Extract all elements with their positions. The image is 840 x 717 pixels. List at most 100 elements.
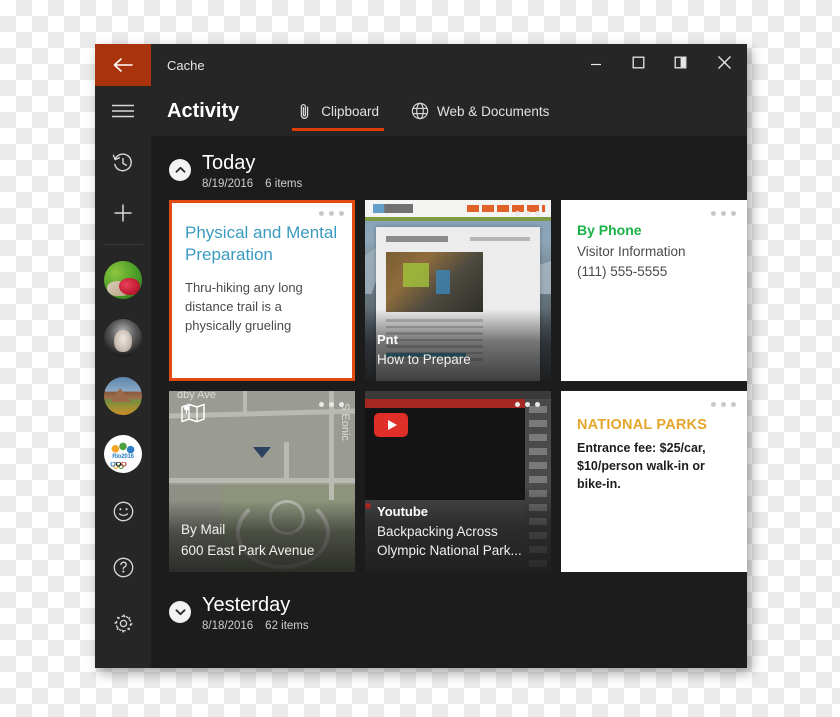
card-source: Pnt	[377, 332, 398, 347]
card-source: By Mail	[181, 522, 226, 537]
plus-icon	[113, 203, 133, 228]
card-heading: NATIONAL PARKS	[577, 417, 708, 433]
menu-button[interactable]	[95, 86, 151, 140]
minimize-button[interactable]	[575, 44, 617, 86]
card-line-1: Visitor Information	[577, 244, 686, 259]
history-button[interactable]	[95, 140, 151, 190]
title-bar: Cache	[151, 44, 747, 86]
question-mark-icon	[113, 557, 134, 583]
minimize-icon	[590, 56, 602, 74]
card-overflow-menu[interactable]	[515, 402, 540, 407]
card-title: 600 East Park Avenue	[181, 543, 315, 558]
globe-icon	[411, 102, 429, 120]
gear-icon	[113, 613, 134, 639]
add-button[interactable]	[95, 190, 151, 240]
page-title: Activity	[167, 99, 240, 122]
split-screen-icon	[674, 56, 687, 74]
tab-clipboard-label: Clipboard	[321, 103, 380, 119]
card-body: Thru-hiking any long distance trail is a…	[185, 280, 303, 333]
activity-content: Today 8/19/2016 6 items Physical and Ment…	[151, 136, 747, 668]
tab-bar: Activity Clipboard Web & Documents	[151, 86, 747, 136]
card-overflow-menu[interactable]	[711, 402, 736, 407]
tab-web-documents-label: Web & Documents	[437, 103, 550, 119]
site-accent-bar	[365, 217, 551, 221]
card-overflow-menu[interactable]	[711, 211, 736, 216]
rio-logo-text: Rio2016	[112, 454, 134, 460]
close-icon	[717, 55, 732, 75]
card-caption: By Mail 600 East Park Avenue	[169, 508, 355, 572]
youtube-header-bar	[365, 399, 525, 408]
window-title: Cache	[167, 57, 205, 73]
section-title-today: Today	[202, 152, 256, 174]
section-count-yesterday: 62 items	[265, 620, 309, 632]
card-heading: Physical and Mental Preparation	[185, 223, 338, 264]
back-arrow-icon	[112, 57, 134, 73]
section-header-today[interactable]: Today 8/19/2016 6 items	[151, 136, 747, 200]
tab-list: Clipboard Web & Documents	[281, 86, 565, 136]
card-title: Backpacking Across Olympic National Park…	[377, 524, 522, 558]
avatar-vegetables[interactable]	[104, 261, 142, 299]
card-source: Youtube	[377, 504, 429, 519]
article-meta-bar	[470, 237, 530, 241]
rail-bottom-group	[95, 486, 151, 668]
section-date-today: 8/19/2016	[202, 178, 254, 190]
section-count-today: 6 items	[265, 178, 303, 190]
tab-clipboard[interactable]: Clipboard	[281, 86, 395, 136]
chevron-up-icon[interactable]	[169, 159, 191, 181]
card-youtube[interactable]: Youtube Backpacking Across Olympic Natio…	[365, 391, 551, 572]
map-road	[243, 391, 248, 413]
card-how-to-prepare[interactable]: Pnt How to Prepare	[365, 200, 551, 381]
card-caption: Youtube Backpacking Across Olympic Natio…	[365, 493, 551, 572]
card-heading: By Phone	[577, 222, 642, 238]
section-header-yesterday[interactable]: Yesterday 8/18/2016 62 items	[151, 572, 747, 642]
smiley-icon	[113, 501, 134, 527]
map-street-label-1: dby Ave	[177, 391, 216, 401]
article-heading-bar	[386, 236, 448, 242]
card-body: Entrance fee: $25/car, $10/person walk-i…	[577, 441, 706, 491]
hamburger-icon	[111, 103, 135, 124]
article-photo	[386, 252, 483, 312]
youtube-play-icon	[374, 413, 408, 437]
tab-web-documents[interactable]: Web & Documents	[395, 86, 565, 136]
maximize-button[interactable]	[617, 44, 659, 86]
map-road	[169, 477, 355, 483]
avatar-portrait[interactable]	[104, 319, 142, 357]
card-physical-mental-preparation[interactable]: Physical and Mental Preparation Thru-hik…	[169, 200, 355, 381]
card-overflow-menu[interactable]	[515, 211, 540, 216]
olympic-rings-icon	[104, 462, 142, 469]
close-button[interactable]	[701, 44, 747, 86]
help-button[interactable]	[95, 542, 151, 598]
tab-active-indicator	[292, 128, 385, 131]
section-title-yesterday: Yesterday	[202, 594, 291, 616]
main-area: Cache Activity Clipboard Web & Documents…	[151, 44, 747, 668]
section-date-yesterday: 8/18/2016	[202, 620, 254, 632]
back-button[interactable]	[95, 44, 151, 86]
chevron-down-icon[interactable]	[169, 601, 191, 623]
rail-divider	[103, 244, 143, 245]
map-road	[328, 391, 334, 500]
card-overflow-menu[interactable]	[319, 211, 344, 216]
app-window: Rio2016 Cache Activity Clipboard Web & D…	[95, 44, 747, 668]
map-location-pin	[253, 447, 271, 476]
map-street-label-2: S Eonic	[339, 403, 351, 441]
card-by-mail[interactable]: dby Ave S Eonic By Mail 600 East Park Av…	[169, 391, 355, 572]
site-logo-icon	[373, 204, 413, 213]
map-icon	[180, 402, 206, 429]
card-overflow-menu[interactable]	[319, 402, 344, 407]
snap-button[interactable]	[659, 44, 701, 86]
avatar-rio2016[interactable]: Rio2016	[104, 435, 142, 473]
left-navigation-rail: Rio2016	[95, 44, 151, 668]
card-by-phone[interactable]: By Phone Visitor Information (111) 555-5…	[561, 200, 747, 381]
paperclip-icon	[297, 102, 313, 120]
history-clock-icon	[112, 152, 134, 179]
avatar-landscape[interactable]	[104, 377, 142, 415]
maximize-icon	[632, 56, 645, 74]
card-caption: Pnt How to Prepare	[365, 321, 551, 381]
card-grid: Physical and Mental Preparation Thru-hik…	[151, 200, 747, 572]
feedback-button[interactable]	[95, 486, 151, 542]
card-title: How to Prepare	[377, 352, 471, 367]
settings-button[interactable]	[95, 598, 151, 654]
map-road	[284, 441, 290, 482]
card-national-parks[interactable]: NATIONAL PARKS Entrance fee: $25/car, $1…	[561, 391, 747, 572]
card-line-2: (111) 555-5555	[577, 264, 668, 279]
